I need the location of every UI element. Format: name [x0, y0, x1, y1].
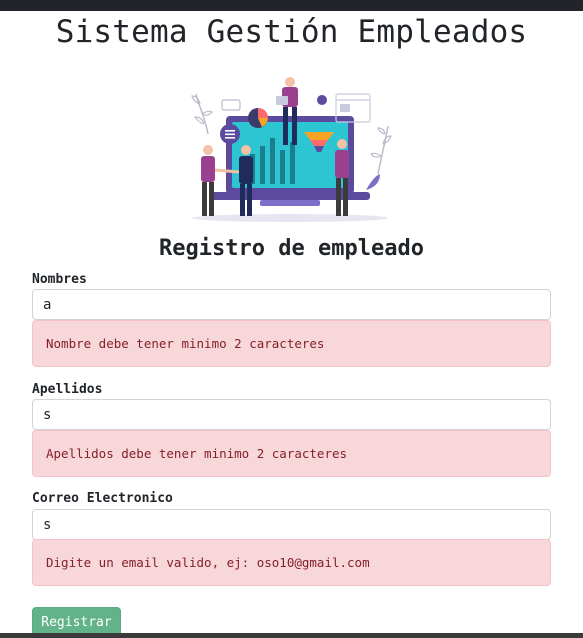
page-title: Sistema Gestión Empleados: [55, 14, 528, 50]
apellidos-label: Apellidos: [32, 382, 103, 397]
nombres-input[interactable]: [32, 289, 551, 320]
correo-error-alert: Digite un email valido, ej: oso10@gmail.…: [32, 539, 551, 586]
browser-top-bar: [0, 0, 583, 11]
nombres-label: Nombres: [32, 272, 87, 287]
correo-input[interactable]: [32, 509, 551, 540]
team-illustration: [190, 74, 394, 224]
browser-bottom-bar: [0, 633, 583, 638]
apellidos-error-alert: Apellidos debe tener minimo 2 caracteres: [32, 430, 551, 477]
correo-label: Correo Electronico: [32, 491, 173, 506]
apellidos-input[interactable]: [32, 399, 551, 430]
nombres-error-alert: Nombre debe tener minimo 2 caracteres: [32, 320, 551, 367]
form-heading: Registro de empleado: [159, 236, 424, 261]
